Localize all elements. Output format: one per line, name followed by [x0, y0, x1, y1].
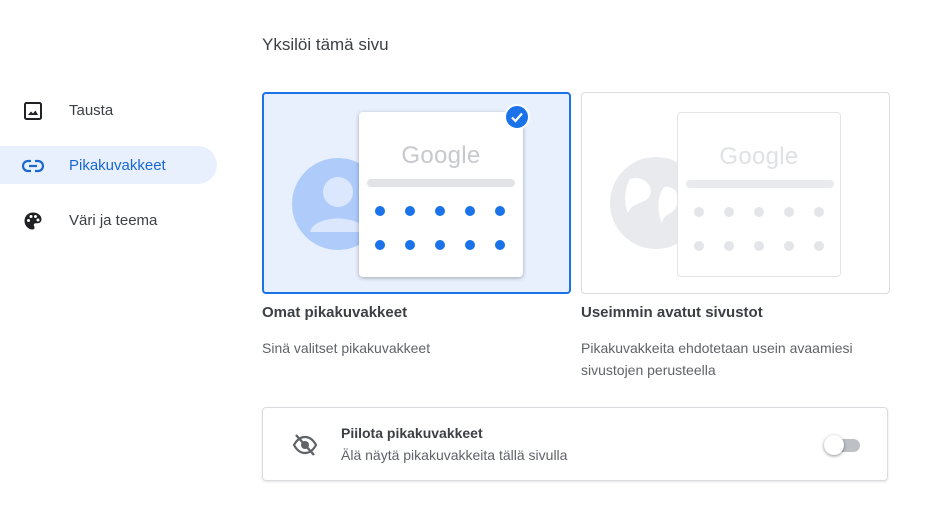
option-description-most-visited: Pikakuvakkeita ehdotetaan usein avaamies… — [581, 337, 853, 381]
sidebar-item-label: Tausta — [69, 101, 114, 119]
shortcut-dot — [814, 241, 824, 251]
sidebar-item-vari-ja-teema[interactable]: Väri ja teema — [0, 201, 217, 239]
palette-icon — [22, 210, 44, 232]
shortcut-dot — [784, 207, 794, 217]
option-description-line: sivustojen perusteella — [581, 362, 716, 378]
new-tab-preview: Google — [359, 112, 523, 277]
link-icon — [22, 155, 44, 177]
image-icon — [22, 100, 44, 122]
eye-off-icon — [292, 432, 318, 458]
shortcut-dot — [694, 207, 704, 217]
option-description-my-shortcuts: Sinä valitset pikakuvakkeet — [262, 340, 431, 356]
shortcut-dot — [754, 207, 764, 217]
shortcut-dot — [754, 241, 764, 251]
page-heading: Yksilöi tämä sivu — [262, 35, 389, 54]
search-bar-preview — [686, 180, 834, 188]
sidebar-item-pikakuvakkeet[interactable]: Pikakuvakkeet — [0, 146, 217, 184]
shortcut-dot — [435, 206, 445, 216]
shortcut-dot — [375, 240, 385, 250]
checkmark-icon — [504, 104, 530, 130]
search-bar-preview — [367, 179, 515, 187]
option-description-line: Pikakuvakkeita ehdotetaan usein avaamies… — [581, 340, 853, 356]
google-logo: Google — [719, 143, 799, 170]
shortcut-dot — [435, 240, 445, 250]
new-tab-preview: Google — [677, 112, 841, 277]
hide-shortcuts-row: Piilota pikakuvakkeet Älä näytä pikakuva… — [262, 407, 888, 481]
shortcut-dot — [814, 207, 824, 217]
hide-shortcuts-toggle[interactable] — [824, 434, 862, 456]
shortcut-dot — [724, 241, 734, 251]
google-logo: Google — [401, 142, 481, 169]
shortcut-dot — [495, 240, 505, 250]
toggle-thumb — [824, 435, 844, 455]
shortcut-dot — [375, 206, 385, 216]
option-card-my-shortcuts[interactable]: Google — [262, 92, 571, 294]
shortcut-dot — [405, 240, 415, 250]
option-title-my-shortcuts: Omat pikakuvakkeet — [262, 304, 408, 321]
shortcut-dot — [495, 206, 505, 216]
shortcut-dot — [405, 206, 415, 216]
sidebar-item-label: Pikakuvakkeet — [69, 156, 166, 174]
option-card-most-visited[interactable]: Google — [581, 92, 890, 294]
sidebar-item-tausta[interactable]: Tausta — [0, 91, 217, 129]
option-title-most-visited: Useimmin avatut sivustot — [581, 304, 763, 321]
shortcut-dot — [724, 207, 734, 217]
shortcut-dot — [784, 241, 794, 251]
shortcut-dot — [694, 241, 704, 251]
shortcut-dot — [465, 240, 475, 250]
sidebar-item-label: Väri ja teema — [69, 211, 158, 229]
shortcut-dot — [465, 206, 475, 216]
hide-shortcuts-title: Piilota pikakuvakkeet — [341, 425, 483, 441]
hide-shortcuts-description: Älä näytä pikakuvakkeita tällä sivulla — [341, 447, 568, 463]
